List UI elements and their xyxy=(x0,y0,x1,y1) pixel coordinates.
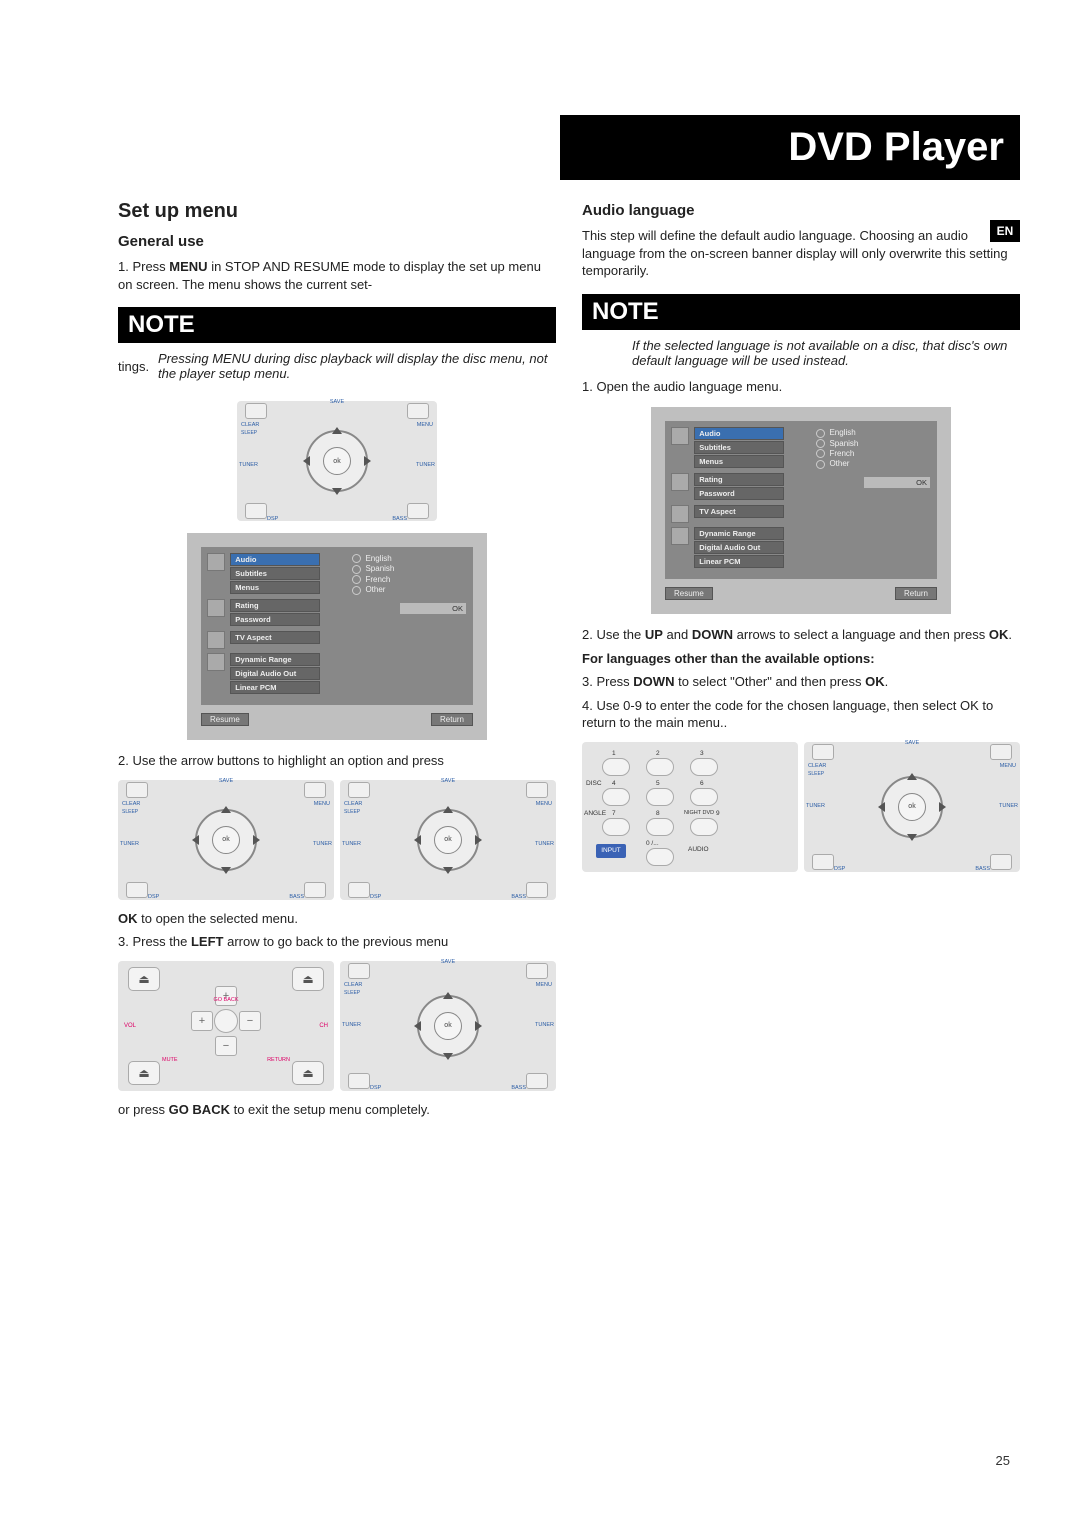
option: Other xyxy=(352,585,467,594)
input-button: INPUT xyxy=(596,844,626,858)
arrow-right-icon xyxy=(364,456,371,466)
menu-item: Menus xyxy=(230,581,320,594)
remote-dpad-pair: SAVE CLEAR SLEEP MENU TUNER TUNER DSP BA… xyxy=(118,780,556,900)
other-languages-heading: For languages other than the available o… xyxy=(582,650,1020,668)
menu-item: TV Aspect xyxy=(230,631,320,644)
option: Spanish xyxy=(352,564,467,573)
setup-menu-figure: Audio Subtitles Menus Rating Password xyxy=(187,533,487,740)
setup-menu-left: Audio Subtitles Menus Rating Password xyxy=(207,553,344,699)
note-text: Pressing MENU during disc playback will … xyxy=(158,351,556,381)
goback-figure: ⏏ ⏏ ⏏ ⏏ + − + − VOL CH GO BACK MUTE R xyxy=(118,961,556,1091)
dpad-ok: ok xyxy=(323,447,351,475)
remote-bass-label: BASS xyxy=(392,517,407,523)
arrow-left-icon xyxy=(303,456,310,466)
menu-item: Dynamic Range xyxy=(230,653,320,666)
dpad: ok xyxy=(297,421,377,501)
menu-item: Digital Audio Out xyxy=(230,667,320,680)
note-text: If the selected language is not availabl… xyxy=(632,338,1020,368)
right-column: EN Audio language This step will define … xyxy=(582,190,1020,1124)
go-back-button xyxy=(214,1009,238,1033)
menu-item: Password xyxy=(230,613,320,626)
remote-tuner-right-label: TUNER xyxy=(416,463,435,469)
arrow-up-icon xyxy=(332,427,342,434)
menu-item: Rating xyxy=(230,599,320,612)
arrow-down-icon xyxy=(332,488,342,495)
ok-box: OK xyxy=(399,602,467,615)
remote-dpad-figure: SAVE CLEAR SLEEP MENU TUNER TUNER DSP BA… xyxy=(237,401,437,521)
menu-group-icon xyxy=(207,553,225,571)
menu-group-icon xyxy=(207,599,225,617)
setup-menu-right: English Spanish French Other OK xyxy=(352,553,467,699)
audio-intro: This step will define the default audio … xyxy=(582,227,1020,280)
note-label: NOTE xyxy=(582,294,1020,330)
tings-fragment: tings. xyxy=(118,359,158,374)
left-column: Set up menu General use 1. Press MENU in… xyxy=(118,190,556,1124)
remote-sleep-label: SLEEP xyxy=(241,431,257,436)
remote-top-right-button xyxy=(407,403,429,419)
remote-save-label: SAVE xyxy=(330,400,344,406)
menu-group-icon xyxy=(207,653,225,671)
page-title-banner: DVD Player xyxy=(560,115,1020,180)
step-1: 1. Press MENU in STOP AND RESUME mode to… xyxy=(118,258,556,293)
remote-dsp-label: DSP xyxy=(267,517,278,523)
remote-bottom-right-button xyxy=(407,503,429,519)
language-badge: EN xyxy=(990,220,1020,242)
numpad-figure: 1 2 3 DISC 4 5 6 ANGLE 7 xyxy=(582,742,1020,872)
r-step-1: 1. Open the audio language menu. xyxy=(582,378,1020,396)
ok-line: OK to open the selected menu. xyxy=(118,910,556,928)
subsection-heading: General use xyxy=(118,233,556,250)
manual-page: DVD Player Set up menu General use 1. Pr… xyxy=(0,0,1080,1528)
return-button: Return xyxy=(431,713,473,726)
audio-language-heading: Audio language xyxy=(582,202,1020,219)
r-step-2: 2. Use the UP and DOWN arrows to select … xyxy=(582,626,1020,644)
page-number: 25 xyxy=(996,1453,1010,1468)
step-3: 3. Press the LEFT arrow to go back to th… xyxy=(118,933,556,951)
note-block: tings. Pressing MENU during disc playbac… xyxy=(118,351,556,391)
remote-top-left-button xyxy=(245,403,267,419)
menu-group-icon xyxy=(207,631,225,649)
remote-menu-label: MENU xyxy=(417,423,433,429)
menu-item: Audio xyxy=(230,553,320,566)
page-title: DVD Player xyxy=(788,125,1004,170)
remote-bottom-left-button xyxy=(245,503,267,519)
note-label: NOTE xyxy=(118,307,556,343)
step-2: 2. Use the arrow buttons to highlight an… xyxy=(118,752,556,770)
section-heading: Set up menu xyxy=(118,200,556,223)
audio-setup-menu-figure: Audio Subtitles Menus Rating Password xyxy=(651,407,951,614)
option: French xyxy=(352,575,467,584)
r-step-4: 4. Use 0-9 to enter the code for the cho… xyxy=(582,697,1020,732)
remote-clear-label: CLEAR xyxy=(241,423,259,429)
menu-item: Subtitles xyxy=(230,567,320,580)
goback-line: or press GO BACK to exit the setup menu … xyxy=(118,1101,556,1119)
r-step-3: 3. Press DOWN to select "Other" and then… xyxy=(582,673,1020,691)
option: English xyxy=(352,554,467,563)
remote-tuner-left-label: TUNER xyxy=(239,463,258,469)
menu-item: Linear PCM xyxy=(230,681,320,694)
resume-button: Resume xyxy=(201,713,249,726)
